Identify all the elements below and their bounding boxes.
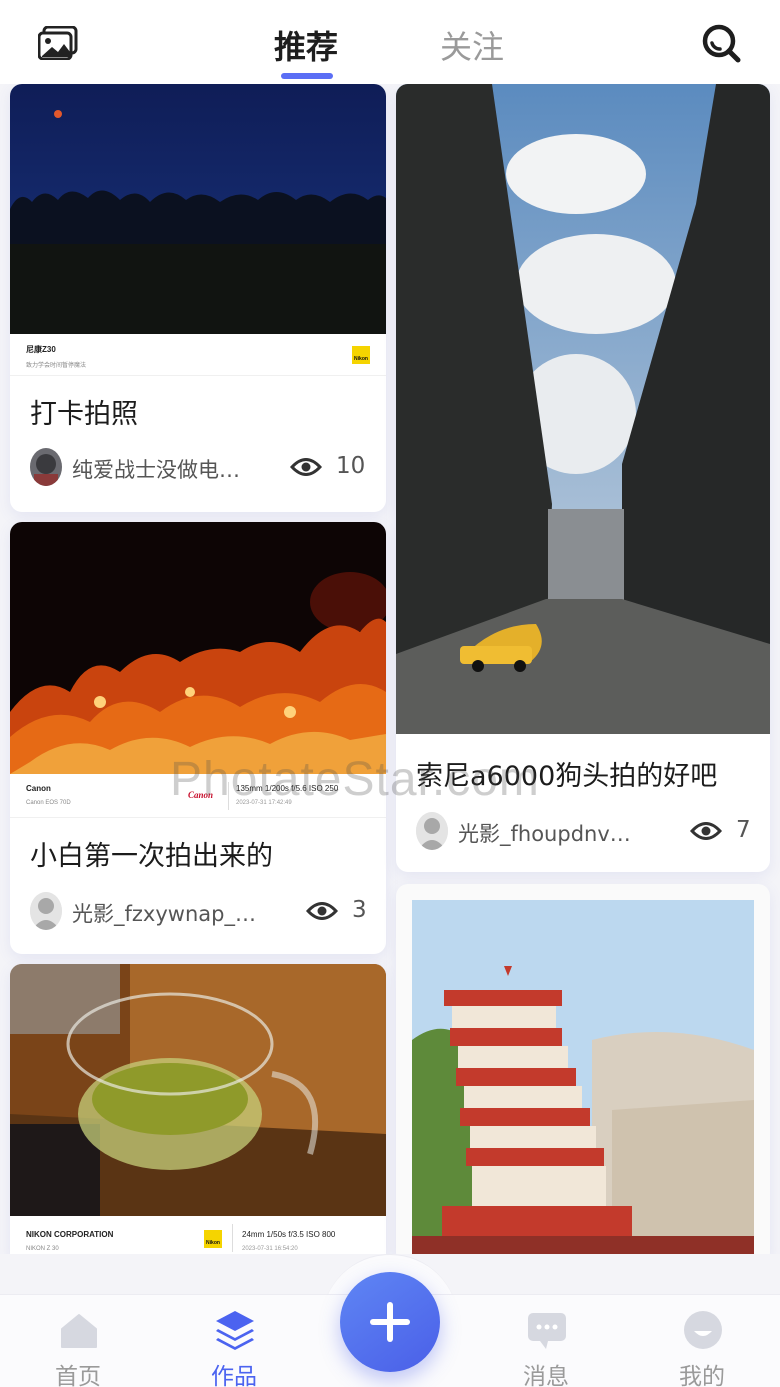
top-bar: 推荐 关注 [0,0,780,84]
nikon-logo: Nikon [352,346,370,364]
nav-works[interactable]: 作品 [194,1309,274,1387]
tab-follow[interactable]: 关注 [440,22,504,68]
photo-image [10,522,386,774]
nav-messages[interactable]: 消息 [506,1309,586,1387]
default-avatar-icon[interactable] [416,812,448,850]
card-meta: 纯爱战士没做电… 10 [30,448,366,488]
exif-strip: 尼康Z30 致力学会时间暂停魔法 Nikon [10,334,386,376]
capture-time: 2023-07-31 17:42:49 [236,800,292,806]
card-title: 索尼a6000狗头拍的好吧 [416,761,718,792]
active-tab-indicator [281,73,333,79]
exif-divider [228,782,229,810]
view-count: 3 [352,897,367,923]
camera-model: Canon EOS 70D [26,800,71,806]
exposure-info: 135mm 1/200s f/5.6 ISO 250 [236,784,339,793]
add-post-button[interactable] [340,1272,440,1372]
camera-caption: 致力学会时间暂停魔法 [26,363,87,369]
photo-image [10,964,386,1216]
exif-strip: NIKON CORPORATION NIKON Z 30 Nikon 24mm … [10,1216,386,1254]
photo-card[interactable]: 索尼a6000狗头拍的好吧 光影_fhoupdnv… 7 [396,84,770,872]
exif-divider [232,1224,233,1252]
search-icon[interactable] [700,22,742,64]
plus-icon [370,1302,410,1342]
eye-icon [689,818,723,844]
nav-label: 我的 [679,1364,725,1387]
chat-icon [526,1309,568,1351]
view-count: 7 [736,817,751,843]
nav-label: 首页 [55,1364,101,1387]
exif-strip: Canon Canon EOS 70D Canon 135mm 1/200s f… [10,774,386,818]
camera-model: NIKON Z 30 [26,1246,59,1252]
tab-recommend[interactable]: 推荐 [274,22,338,68]
gallery-icon[interactable] [37,25,78,61]
card-meta: 光影_fhoupdnv… 7 [416,812,751,852]
card-title: 小白第一次拍出来的 [30,841,273,872]
photo-card[interactable]: 尼康Z30 致力学会时间暂停魔法 Nikon 打卡拍照 纯爱战士没做电… 10 [10,84,386,512]
author-name[interactable]: 光影_fhoupdnv… [458,818,631,848]
camera-brand: 尼康Z30 [26,345,56,354]
photo-image [396,84,770,734]
photo-card[interactable] [396,884,770,1254]
capture-time: 2023-07-31 16:54:20 [242,1246,298,1252]
card-title: 打卡拍照 [30,399,138,430]
exposure-info: 24mm 1/50s f/3.5 ISO 800 [242,1230,336,1239]
layers-icon [214,1309,256,1351]
photo-card[interactable]: Canon Canon EOS 70D Canon 135mm 1/200s f… [10,522,386,954]
avatar[interactable] [30,448,62,486]
photo-image [10,84,386,334]
nav-mine[interactable]: 我的 [662,1309,742,1387]
author-name[interactable]: 纯爱战士没做电… [72,454,240,484]
view-count: 10 [336,453,366,479]
nav-label: 消息 [523,1364,569,1387]
home-icon [58,1309,100,1351]
card-meta: 光影_fzxywnap_… 3 [30,892,367,932]
default-avatar-icon[interactable] [30,892,62,930]
camera-brand: Canon [26,784,51,793]
camera-brand: NIKON CORPORATION [26,1230,114,1239]
nav-label: 作品 [211,1364,257,1387]
profile-icon [682,1309,724,1351]
author-name[interactable]: 光影_fzxywnap_… [72,898,256,928]
canon-logo: Canon [188,790,214,800]
photo-image [412,900,754,1254]
photo-feed[interactable]: 尼康Z30 致力学会时间暂停魔法 Nikon 打卡拍照 纯爱战士没做电… 10 [0,84,780,1254]
eye-icon [305,898,339,924]
nikon-logo: Nikon [204,1230,222,1248]
nav-home[interactable]: 首页 [38,1309,118,1387]
eye-icon [289,454,323,480]
photo-card[interactable]: NIKON CORPORATION NIKON Z 30 Nikon 24mm … [10,964,386,1254]
